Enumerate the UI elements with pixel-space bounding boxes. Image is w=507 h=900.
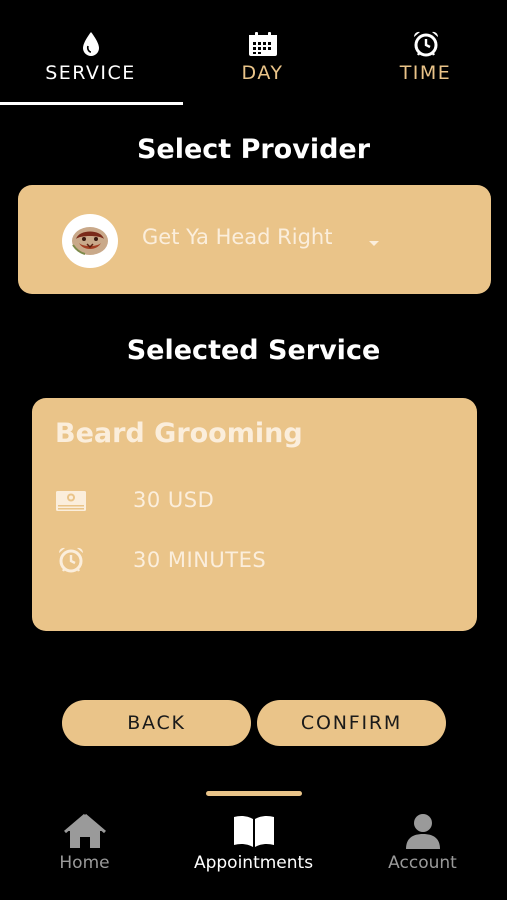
active-tab-underline [0, 102, 183, 105]
nav-account-label: Account [388, 853, 457, 873]
tab-day[interactable]: DAY [178, 0, 347, 104]
tab-day-label: DAY [241, 62, 284, 84]
service-duration: 30 MINUTES [133, 548, 267, 572]
selected-service-heading: Selected Service [126, 335, 381, 366]
tab-service-label: SERVICE [45, 62, 136, 84]
user-icon [400, 811, 446, 851]
chevron-down-icon [368, 233, 380, 246]
step-tabs: SERVICE DAY TIME [0, 0, 507, 106]
drop-icon [76, 30, 106, 58]
provider-avatar [62, 214, 118, 268]
back-button[interactable]: BACK [62, 700, 251, 746]
alarm-clock-icon [411, 30, 441, 58]
alarm-clock-icon [54, 545, 88, 575]
nav-account[interactable]: Account [338, 806, 507, 896]
service-price: 30 USD [133, 488, 215, 512]
selected-service-card: Beard Grooming 30 USD 30 MINUTES [32, 398, 477, 631]
tab-time-label: TIME [399, 62, 452, 84]
confirm-button[interactable]: CONFIRM [257, 700, 446, 746]
nav-home[interactable]: Home [0, 806, 169, 896]
tab-time[interactable]: TIME [341, 0, 507, 104]
money-icon [54, 486, 88, 516]
tab-service[interactable]: SERVICE [6, 0, 175, 104]
calendar-icon [248, 30, 278, 58]
nav-home-label: Home [59, 853, 110, 873]
provider-selector[interactable]: Get Ya Head Right [18, 185, 491, 294]
book-icon [231, 811, 277, 851]
select-provider-heading: Select Provider [136, 134, 371, 165]
nav-appointments[interactable]: Appointments [169, 806, 338, 896]
active-nav-indicator [206, 791, 302, 796]
service-name: Beard Grooming [55, 418, 303, 449]
nav-appointments-label: Appointments [193, 853, 314, 873]
home-icon [62, 811, 108, 851]
provider-name: Get Ya Head Right [142, 225, 333, 249]
